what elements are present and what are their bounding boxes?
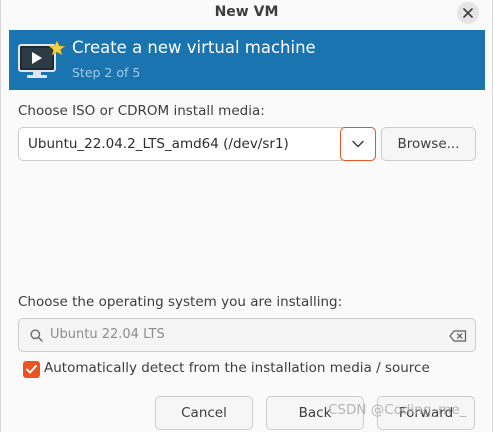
watermark: CSDN @Coding_me_ [328,402,467,418]
clear-input-icon[interactable] [449,330,467,342]
new-vm-dialog: New VM Create a new virtual machine Step… [0,0,493,432]
install-media-combobox[interactable]: Ubuntu_22.04.2_LTS_amd64 (/dev/sr1) [18,127,376,161]
title-bar: New VM [1,0,492,30]
install-media-label: Choose ISO or CDROM install media: [18,103,265,119]
browse-button[interactable]: Browse... [381,127,476,161]
vm-display-icon [18,40,66,78]
cancel-button[interactable]: Cancel [155,396,253,430]
os-search-input[interactable]: Ubuntu 22.04 LTS [18,318,476,352]
wizard-title: Create a new virtual machine [72,38,316,57]
search-icon [30,329,43,342]
close-icon [463,8,473,18]
wizard-step: Step 2 of 5 [72,65,141,80]
wizard-header: Create a new virtual machine Step 2 of 5 [9,30,485,90]
chevron-down-icon [352,140,364,148]
auto-detect-checkbox[interactable] [23,361,40,378]
install-media-dropdown-button[interactable] [340,127,376,161]
auto-detect-label[interactable]: Automatically detect from the installati… [44,360,430,376]
os-search-value: Ubuntu 22.04 LTS [50,327,165,342]
window-title: New VM [214,4,279,20]
os-label: Choose the operating system you are inst… [18,294,343,310]
install-media-value: Ubuntu_22.04.2_LTS_amd64 (/dev/sr1) [28,136,289,152]
close-button[interactable] [457,2,479,24]
checkmark-icon [26,365,37,374]
